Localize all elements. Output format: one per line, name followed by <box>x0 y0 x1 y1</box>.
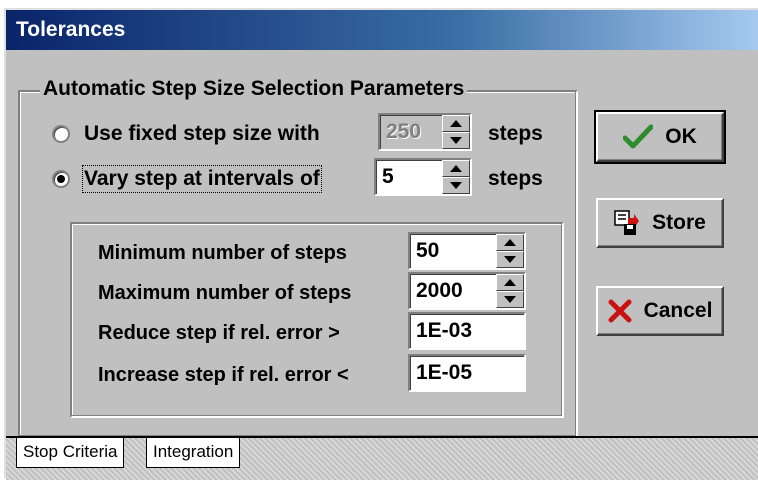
reduce-step-input[interactable]: 1E-03 <box>408 312 526 350</box>
vary-step-up-button[interactable] <box>442 160 470 177</box>
fixed-step-radio[interactable] <box>52 125 70 143</box>
fixed-step-spinner: 250 <box>378 113 472 151</box>
fixed-step-value: 250 <box>386 120 422 143</box>
min-steps-spinner[interactable]: 50 <box>408 232 526 270</box>
checkmark-icon <box>623 124 654 150</box>
arrow-up-icon <box>504 239 516 246</box>
min-steps-value[interactable]: 50 <box>410 239 496 263</box>
vary-step-down-button[interactable] <box>442 177 470 194</box>
arrow-up-icon <box>450 165 462 172</box>
max-steps-value[interactable]: 2000 <box>410 279 496 303</box>
min-steps-label: Minimum number of steps <box>98 242 347 264</box>
vary-step-option[interactable]: Vary step at intervals of <box>52 165 322 193</box>
max-steps-up-button[interactable] <box>496 274 524 291</box>
cancel-label: Cancel <box>643 299 713 322</box>
reduce-step-label: Reduce step if rel. error > <box>98 322 340 344</box>
vary-step-spinner[interactable]: 5 <box>374 158 472 196</box>
floppy-save-icon <box>614 210 640 236</box>
arrow-down-icon <box>504 296 516 303</box>
vary-step-value[interactable]: 5 <box>376 165 442 189</box>
min-steps-up-button[interactable] <box>496 234 524 251</box>
min-steps-down-button[interactable] <box>496 251 524 268</box>
window-title: Tolerances <box>6 10 758 50</box>
tab-integration[interactable]: Integration <box>146 438 241 468</box>
radio-selected-dot <box>57 175 65 183</box>
fixed-step-up-button <box>442 115 470 132</box>
vary-step-label: Vary step at intervals of <box>82 165 322 193</box>
arrow-up-icon <box>450 120 462 127</box>
max-steps-label: Maximum number of steps <box>98 282 352 304</box>
arrow-down-icon <box>504 256 516 263</box>
group-title: Automatic Step Size Selection Parameters <box>40 76 468 102</box>
arrow-down-icon <box>450 137 462 144</box>
fixed-step-unit: steps <box>488 122 543 145</box>
arrow-up-icon <box>504 279 516 286</box>
fixed-step-option[interactable]: Use fixed step size with <box>52 122 320 146</box>
x-icon <box>608 299 632 323</box>
vary-step-radio[interactable] <box>52 170 70 188</box>
fixed-step-down-button <box>442 132 470 149</box>
store-label: Store <box>652 211 706 234</box>
ok-button[interactable]: OK <box>594 110 726 164</box>
arrow-down-icon <box>450 182 462 189</box>
cancel-button[interactable]: Cancel <box>596 286 724 336</box>
vary-step-unit: steps <box>488 167 543 190</box>
max-steps-spinner[interactable]: 2000 <box>408 272 526 310</box>
max-steps-down-button[interactable] <box>496 291 524 308</box>
store-button[interactable]: Store <box>596 198 724 248</box>
tab-stop-criteria[interactable]: Stop Criteria <box>16 438 125 468</box>
tab-strip: Stop Criteria Integration <box>6 436 758 480</box>
fixed-step-label: Use fixed step size with <box>84 122 320 145</box>
tolerances-dialog: Tolerances Automatic Step Size Selection… <box>4 8 758 480</box>
increase-step-input[interactable]: 1E-05 <box>408 354 526 392</box>
ok-label: OK <box>665 125 697 148</box>
increase-step-label: Increase step if rel. error < <box>98 364 349 386</box>
